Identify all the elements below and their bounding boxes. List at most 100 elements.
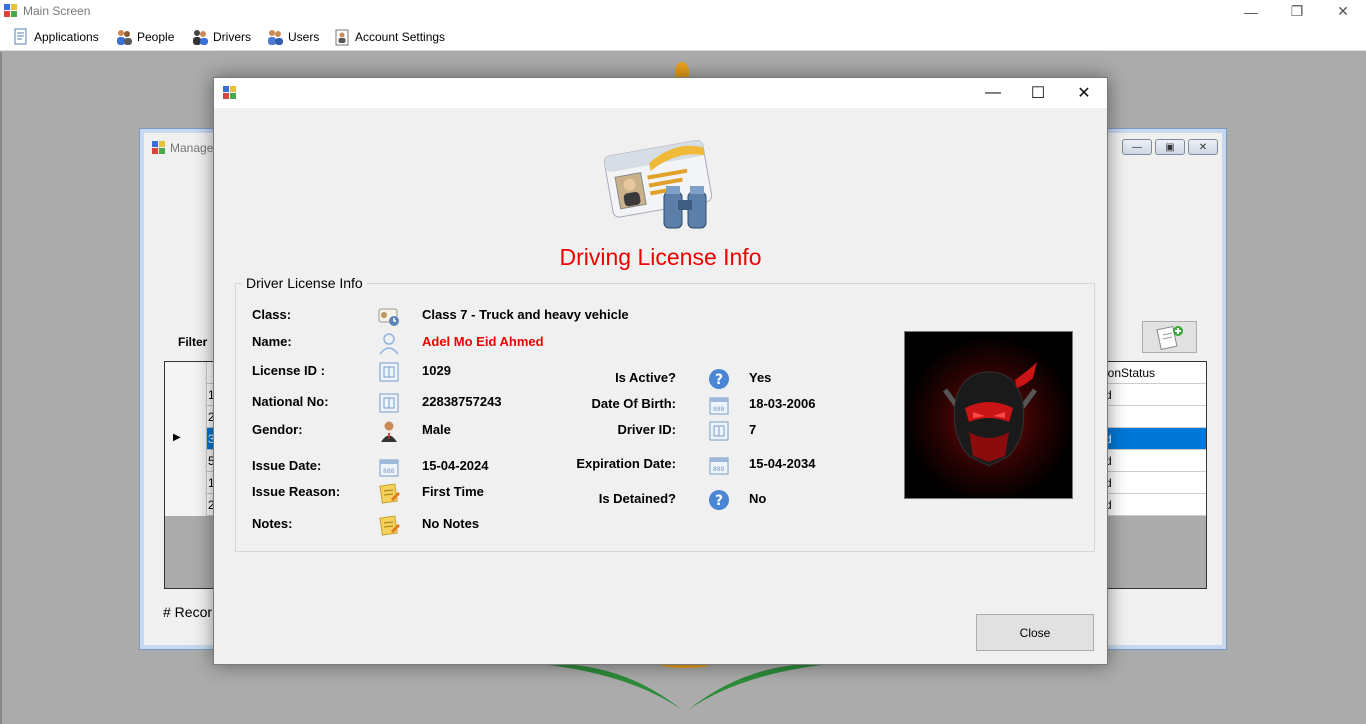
date-of-birth-label: Date Of Birth: (591, 396, 677, 411)
driver-photo (904, 331, 1073, 499)
driver-license-info-group: Driver License Info Class: Name: License… (235, 275, 1095, 552)
note-icon (379, 483, 400, 504)
id-number-icon (379, 362, 399, 382)
window-app-icon (152, 141, 165, 154)
users-icon (268, 30, 283, 45)
driver-id-value: 7 (749, 422, 757, 437)
detained-question-icon: ? (709, 490, 729, 510)
dialog-close-x-button[interactable]: ✕ (1061, 78, 1107, 108)
menu-people[interactable]: People (115, 26, 174, 48)
dialog-app-icon (223, 86, 236, 99)
manage-restore-button[interactable]: ▣ (1155, 139, 1185, 155)
dialog-heading: Driving License Info (559, 244, 762, 270)
menu-drivers-label: Drivers (213, 30, 251, 44)
issue-reason-value: First Time (422, 484, 484, 499)
row-header-cell[interactable] (165, 494, 207, 516)
person-outline-icon (379, 333, 399, 355)
national-no-label: National No: (252, 394, 329, 409)
license-info-dialog: — ☐ ✕ Driving License Info Driver Licens… (213, 77, 1108, 665)
ninja-avatar-image (905, 332, 1072, 498)
driver-id-label: Driver ID: (617, 422, 676, 437)
menu-drivers[interactable]: Drivers (191, 26, 251, 48)
app-icon (4, 4, 17, 17)
expiration-date-label: Expiration Date: (576, 456, 676, 471)
expiration-calendar-icon: 888 (709, 457, 729, 475)
male-person-icon (381, 421, 397, 442)
is-active-value: Yes (749, 370, 772, 385)
class-value: Class 7 - Truck and heavy vehicle (422, 307, 629, 322)
notes-icon (379, 515, 400, 536)
row-header-cell[interactable] (165, 384, 207, 406)
calendar-icon: 888 (379, 459, 399, 477)
issue-date-label: Issue Date: (252, 458, 322, 473)
manage-window-title-text: Manage (170, 141, 214, 155)
records-count-label: # Recor (163, 604, 213, 620)
menu-account-settings[interactable]: Account Settings (333, 26, 445, 48)
drivers-icon (193, 30, 208, 45)
row-header-cell[interactable]: ▶ (165, 428, 207, 450)
menu-applications-label: Applications (34, 30, 99, 44)
minimize-button[interactable]: — (1228, 0, 1274, 23)
driver-id-icon (709, 421, 729, 441)
account-settings-icon (335, 29, 349, 46)
menu-account-settings-label: Account Settings (355, 30, 446, 44)
menu-applications[interactable]: Applications (12, 26, 99, 48)
name-value: Adel Mo Eid Ahmed (422, 334, 544, 349)
is-active-label: Is Active? (615, 370, 676, 385)
grid-column-header: ionStatus (1105, 366, 1156, 380)
issue-reason-label: Issue Reason: (252, 484, 341, 499)
row-header-cell[interactable] (165, 472, 207, 494)
add-document-icon (1156, 325, 1183, 350)
national-id-icon (379, 393, 399, 413)
manage-close-button[interactable]: ✕ (1188, 139, 1218, 155)
current-row-arrow-icon: ▶ (173, 432, 181, 443)
row-header-cell (165, 362, 207, 384)
is-detained-value: No (749, 491, 767, 506)
notes-value: No Notes (422, 516, 480, 531)
name-label: Name: (252, 334, 292, 349)
expiration-date-value: 15-04-2034 (749, 456, 816, 471)
add-new-license-button[interactable] (1142, 321, 1197, 353)
license-id-label: License ID : (252, 363, 325, 378)
gendor-label: Gendor: (252, 422, 303, 437)
license-card-search-icon (603, 140, 713, 229)
dialog-maximize-button[interactable]: ☐ (1015, 78, 1061, 108)
close-window-button[interactable]: ✕ (1320, 0, 1366, 23)
svg-text:888: 888 (713, 406, 725, 413)
notes-label: Notes: (252, 516, 293, 531)
menu-users[interactable]: Users (266, 26, 319, 48)
svg-text:?: ? (715, 372, 723, 388)
svg-text:?: ? (715, 493, 723, 509)
row-header-cell[interactable] (165, 450, 207, 472)
restore-button[interactable]: ❐ (1274, 0, 1320, 23)
is-detained-label: Is Detained? (598, 491, 676, 506)
group-title: Driver License Info (242, 275, 367, 291)
issue-date-value: 15-04-2024 (422, 458, 489, 473)
gendor-value: Male (422, 422, 451, 437)
background-logo-leaves (540, 662, 830, 710)
manage-window-caption-buttons: — ▣ ✕ (1122, 139, 1218, 155)
dialog-titlebar: — ☐ ✕ (214, 78, 1107, 108)
question-icon: ? (709, 369, 729, 389)
class-icon (378, 308, 399, 326)
date-of-birth-value: 18-03-2006 (749, 396, 816, 411)
main-window-title: Main Screen (23, 4, 91, 18)
close-button[interactable]: Close (976, 614, 1094, 651)
birth-date-calendar-icon: 888 (709, 397, 729, 415)
filter-label: Filter (178, 335, 208, 349)
dialog-minimize-button[interactable]: — (970, 78, 1016, 108)
national-no-value: 22838757243 (422, 394, 502, 409)
main-window-titlebar: Main Screen — ❐ ✕ (0, 0, 1366, 23)
row-header-cell[interactable] (165, 406, 207, 428)
menu-users-label: Users (288, 30, 320, 44)
class-label: Class: (252, 307, 292, 322)
license-id-value: 1029 (422, 363, 451, 378)
people-icon (117, 30, 132, 45)
applications-icon (14, 28, 27, 45)
menu-people-label: People (137, 30, 175, 44)
manage-window-title: Manage (152, 141, 213, 155)
svg-text:888: 888 (713, 466, 725, 473)
svg-text:888: 888 (383, 468, 395, 475)
manage-minimize-button[interactable]: — (1122, 139, 1152, 155)
menu-bar: Applications People Drivers Users Accoun… (0, 23, 1366, 51)
